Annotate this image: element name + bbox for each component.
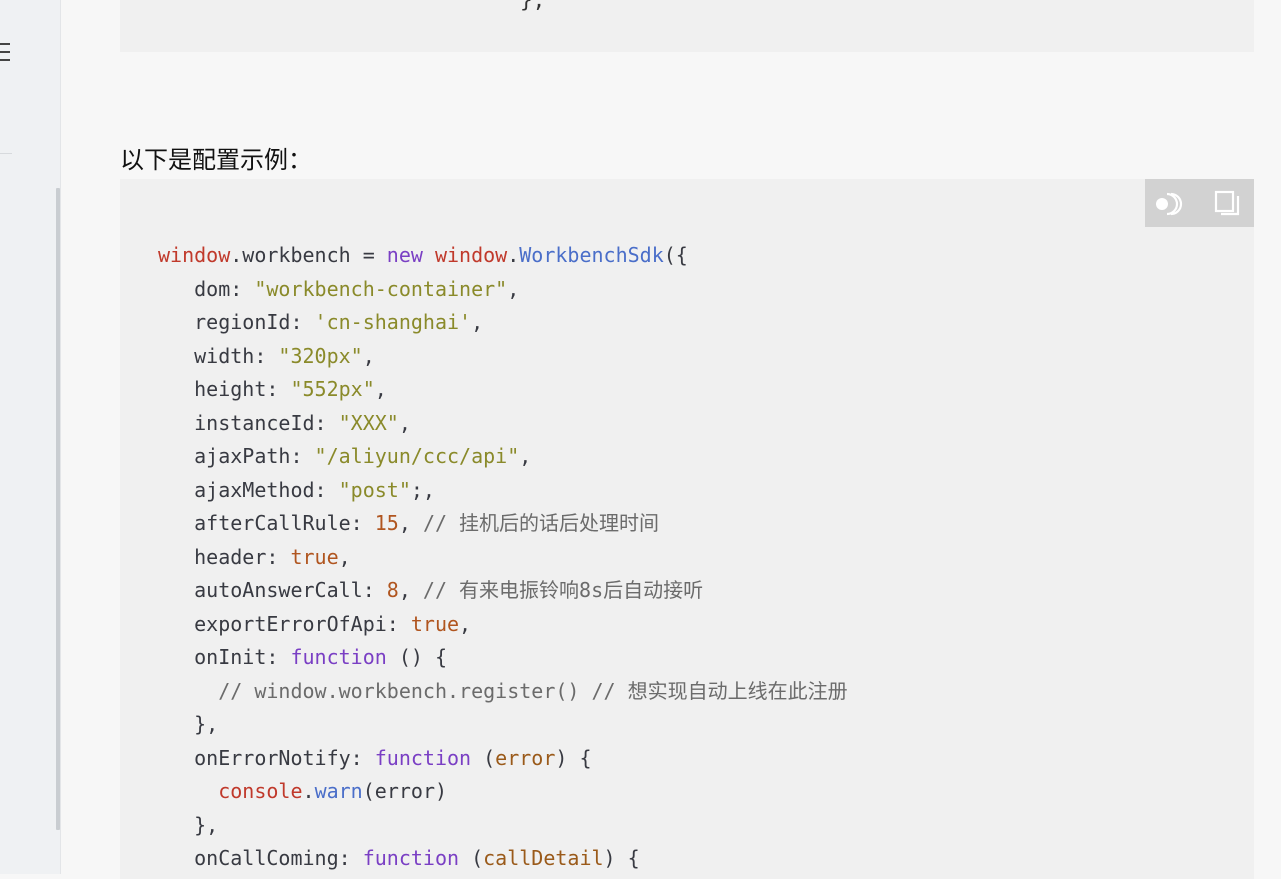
code-line: // window.workbench.register() // 想实现自动上… <box>158 675 848 709</box>
code-token: true <box>410 611 460 636</box>
code-token: , <box>398 578 423 602</box>
sidebar-scrollbar[interactable] <box>56 188 60 830</box>
section-heading: 以下是配置示例： <box>120 146 312 174</box>
code-token: regionId: <box>158 310 315 334</box>
code-token: error <box>495 745 556 770</box>
code-token: onInit: <box>158 645 291 669</box>
code-token: ({ <box>663 243 688 267</box>
code-token: "post" <box>338 477 411 502</box>
code-token: height: <box>158 377 291 401</box>
code-line: height: "552px", <box>158 373 848 407</box>
code-line: dom: "workbench-container", <box>158 273 848 307</box>
previous-code-tail: }; <box>520 0 546 12</box>
copy-icon[interactable] <box>1211 189 1245 219</box>
code-content: window.workbench = new window.WorkbenchS… <box>158 239 848 876</box>
previous-code-block: }; <box>120 0 1254 52</box>
code-token: ;, <box>410 477 435 502</box>
code-line: ajaxPath: "/aliyun/ccc/api", <box>158 440 848 474</box>
code-line: header: true, <box>158 541 848 575</box>
code-line: onCallComing: function (callDetail) { <box>158 842 848 876</box>
code-token: . <box>230 243 243 267</box>
menu-icon[interactable] <box>0 41 12 63</box>
code-token: // window.workbench.register() // 想实现自动上… <box>218 678 848 703</box>
code-token: , <box>398 410 411 435</box>
code-token: (error) <box>362 779 448 803</box>
code-token: 'cn-shanghai' <box>314 310 472 334</box>
code-line: regionId: 'cn-shanghai', <box>158 306 848 340</box>
code-token: "XXX" <box>338 410 399 435</box>
code-toolbar <box>1145 179 1254 227</box>
code-token: true <box>290 544 339 569</box>
code-token: afterCallRule: <box>158 511 375 535</box>
code-token: function <box>374 745 472 770</box>
main-content: }; 以下是配置示例： window.workbench = new windo… <box>61 0 1281 879</box>
code-token: // 有来电振铃响8s后自动接听 <box>422 578 704 602</box>
code-token: 8 <box>386 578 399 602</box>
code-token: header: <box>158 544 291 569</box>
code-line: }, <box>158 708 848 742</box>
code-token: , <box>507 276 520 301</box>
code-line: instanceId: "XXX", <box>158 407 848 441</box>
code-token: . <box>302 779 315 803</box>
code-token: , <box>374 377 387 401</box>
code-token: "workbench-container" <box>254 276 508 301</box>
code-token: () { <box>386 645 447 669</box>
code-line: window.workbench = new window.WorkbenchS… <box>158 239 848 273</box>
sidebar-divider <box>0 153 12 154</box>
code-token: // 挂机后的话后处理时间 <box>422 511 660 535</box>
code-line: exportErrorOfApi: true, <box>158 608 848 642</box>
code-token: , <box>519 444 532 468</box>
code-token: "/aliyun/ccc/api" <box>314 444 520 468</box>
code-token: instanceId: <box>158 410 339 435</box>
code-token: onErrorNotify: <box>158 745 375 770</box>
code-token: workbench <box>242 243 351 267</box>
code-block: window.workbench = new window.WorkbenchS… <box>120 179 1254 879</box>
sidebar <box>0 0 61 874</box>
code-token: "552px" <box>290 377 375 401</box>
code-line: }, <box>158 809 848 843</box>
code-token: ( <box>471 745 496 770</box>
code-token: , <box>398 511 423 535</box>
code-token: }, <box>158 812 219 837</box>
run-toggle-icon[interactable] <box>1153 189 1187 219</box>
code-line: onInit: function () { <box>158 641 848 675</box>
code-token: 15 <box>374 511 399 535</box>
code-token: callDetail <box>483 846 604 870</box>
code-token: console <box>218 779 303 803</box>
code-token: function <box>290 645 387 669</box>
code-line: autoAnswerCall: 8, // 有来电振铃响8s后自动接听 <box>158 574 848 608</box>
code-line: afterCallRule: 15, // 挂机后的话后处理时间 <box>158 507 848 541</box>
code-token: exportErrorOfApi: <box>158 611 411 636</box>
code-token: ) { <box>603 846 640 870</box>
code-token: new <box>386 243 423 267</box>
code-token: ) { <box>555 745 592 770</box>
code-token: ajaxPath: <box>158 444 315 468</box>
code-token: . <box>507 243 520 267</box>
code-token: ( <box>459 846 484 870</box>
code-token: window <box>158 243 231 267</box>
code-token: onCallComing: <box>158 846 363 870</box>
code-token: }, <box>158 712 219 736</box>
code-token: WorkbenchSdk <box>519 243 664 267</box>
code-token: warn <box>314 779 363 803</box>
code-token: = <box>350 243 387 267</box>
code-token: "320px" <box>278 343 363 368</box>
code-token: , <box>338 544 351 569</box>
code-token: , <box>459 611 472 636</box>
code-line: width: "320px", <box>158 340 848 374</box>
code-line: ajaxMethod: "post";, <box>158 474 848 508</box>
code-token: dom: <box>158 276 255 301</box>
code-token: autoAnswerCall: <box>158 578 387 602</box>
code-line: onErrorNotify: function (error) { <box>158 742 848 776</box>
code-token: window <box>434 243 508 267</box>
code-token: function <box>362 846 460 870</box>
code-token: ajaxMethod: <box>158 477 339 502</box>
code-token: width: <box>158 343 279 368</box>
code-token: , <box>362 343 375 368</box>
code-line: console.warn(error) <box>158 775 848 809</box>
code-token: , <box>471 310 484 334</box>
